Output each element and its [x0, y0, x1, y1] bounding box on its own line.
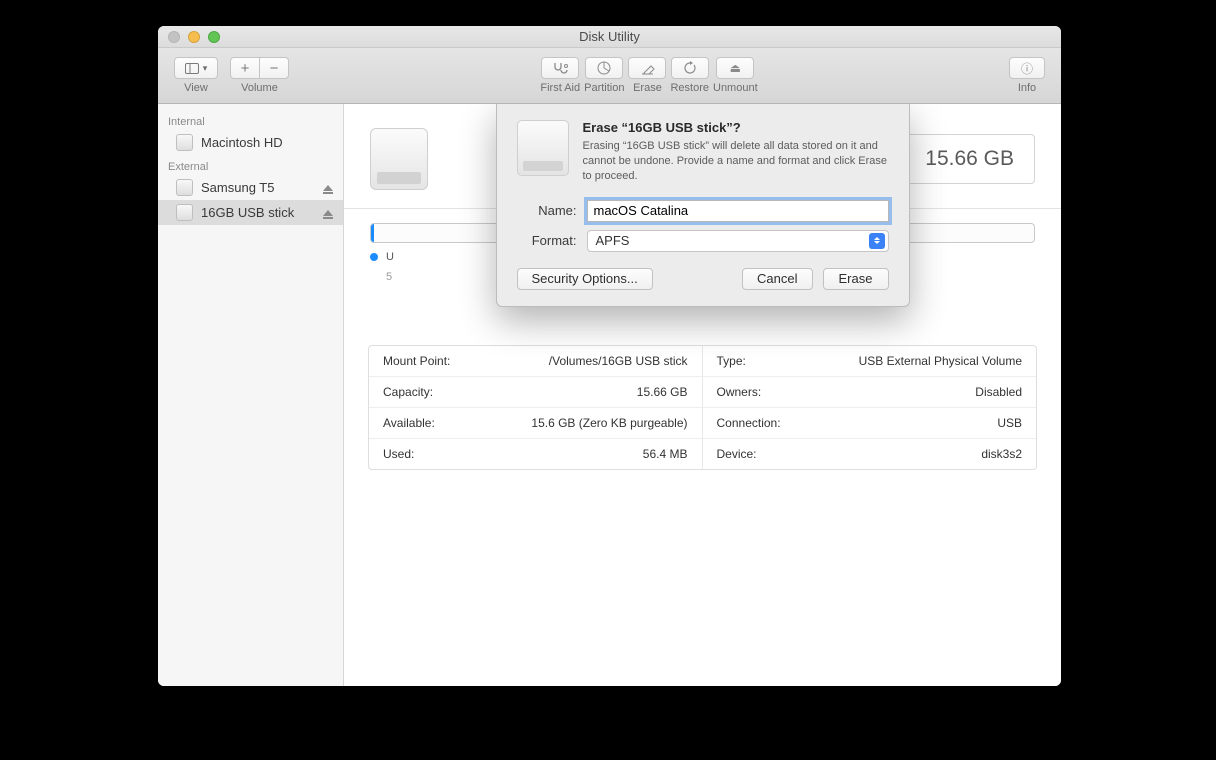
minus-icon: − — [270, 60, 279, 77]
minimize-button[interactable] — [188, 31, 200, 43]
usage-legend-size: 5 — [386, 271, 392, 283]
view-label: View — [184, 82, 208, 94]
toolbar-view-group: ▾ View — [174, 57, 218, 94]
sidebar-icon — [185, 63, 199, 74]
format-value: APFS — [596, 233, 630, 248]
info-row: Capacity:15.66 GB — [369, 377, 702, 408]
sheet-body: Erasing “16GB USB stick” will delete all… — [583, 139, 889, 184]
toolbar-info-group: ⓘ Info — [1009, 57, 1045, 94]
volume-label: Volume — [241, 82, 278, 94]
plus-icon: + — [241, 60, 250, 77]
erase-button[interactable] — [628, 57, 666, 79]
usage-fill — [371, 224, 374, 242]
restore-icon — [683, 61, 697, 75]
info-row: Connection:USB — [703, 408, 1037, 439]
select-arrows-icon — [869, 233, 885, 249]
drive-icon — [176, 179, 193, 196]
disk-utility-window: Disk Utility ▾ View + − Volume — [158, 26, 1061, 686]
drive-icon — [517, 120, 569, 176]
name-label: Name: — [517, 203, 577, 218]
remove-volume-button[interactable]: − — [259, 57, 289, 79]
toolbar-volume-group: + − Volume — [230, 57, 289, 94]
sidebar-internal-header: Internal — [158, 110, 343, 130]
volume-size: 15.66 GB — [904, 134, 1035, 184]
sidebar-item-macintosh-hd[interactable]: Macintosh HD — [158, 130, 343, 155]
sidebar-item-label: Samsung T5 — [201, 180, 274, 195]
sidebar-item-16gb-usb-stick[interactable]: 16GB USB stick — [158, 200, 343, 225]
drive-icon — [176, 204, 193, 221]
erase-confirm-button[interactable]: Erase — [823, 268, 889, 290]
erase-sheet: Erase “16GB USB stick”? Erasing “16GB US… — [496, 104, 910, 307]
info-row: Available:15.6 GB (Zero KB purgeable) — [369, 408, 702, 439]
cancel-button[interactable]: Cancel — [742, 268, 812, 290]
pie-icon — [597, 61, 611, 75]
usage-legend-dot — [370, 253, 378, 261]
eject-icon[interactable] — [323, 185, 333, 191]
toolbar: ▾ View + − Volume First Aid — [158, 48, 1061, 104]
format-label: Format: — [517, 233, 577, 248]
volume-icon — [370, 128, 428, 190]
partition-label: Partition — [584, 82, 624, 94]
info-row: Mount Point:/Volumes/16GB USB stick — [369, 346, 702, 377]
eject-icon[interactable] — [323, 210, 333, 216]
info-label: Info — [1018, 82, 1036, 94]
stethoscope-icon — [552, 61, 568, 75]
security-options-button[interactable]: Security Options... — [517, 268, 653, 290]
info-row: Owners:Disabled — [703, 377, 1037, 408]
info-icon: ⓘ — [1021, 60, 1033, 77]
unmount-button[interactable]: ⏏ — [716, 57, 754, 79]
window-title: Disk Utility — [158, 29, 1061, 44]
erase-label: Erase — [633, 82, 662, 94]
first-aid-button[interactable] — [541, 57, 579, 79]
eraser-icon — [640, 62, 655, 75]
restore-label: Restore — [670, 82, 709, 94]
traffic-lights — [158, 31, 220, 43]
drive-icon — [176, 134, 193, 151]
view-button[interactable]: ▾ — [174, 57, 218, 79]
format-select[interactable]: APFS — [587, 230, 889, 252]
content: Internal Macintosh HD External Samsung T… — [158, 104, 1061, 686]
name-input[interactable] — [587, 200, 889, 222]
info-row: Device:disk3s2 — [703, 439, 1037, 469]
info-row: Used:56.4 MB — [369, 439, 702, 469]
info-button[interactable]: ⓘ — [1009, 57, 1045, 79]
info-table: Mount Point:/Volumes/16GB USB stick Capa… — [368, 345, 1037, 470]
sidebar-item-label: 16GB USB stick — [201, 205, 294, 220]
partition-button[interactable] — [585, 57, 623, 79]
close-button[interactable] — [168, 31, 180, 43]
first-aid-label: First Aid — [540, 82, 580, 94]
chevron-down-icon: ▾ — [203, 63, 208, 74]
add-volume-button[interactable]: + — [230, 57, 260, 79]
sidebar-item-samsung-t5[interactable]: Samsung T5 — [158, 175, 343, 200]
zoom-button[interactable] — [208, 31, 220, 43]
unmount-label: Unmount — [713, 82, 758, 94]
titlebar: Disk Utility — [158, 26, 1061, 48]
eject-icon: ⏏ — [730, 61, 741, 75]
restore-button[interactable] — [671, 57, 709, 79]
info-row: Type:USB External Physical Volume — [703, 346, 1037, 377]
sidebar-item-label: Macintosh HD — [201, 135, 283, 150]
sidebar-external-header: External — [158, 155, 343, 175]
sheet-heading: Erase “16GB USB stick”? — [583, 120, 889, 135]
usage-legend-label: U — [386, 251, 394, 263]
sidebar: Internal Macintosh HD External Samsung T… — [158, 104, 344, 686]
detail-pane: d) 15.66 GB U 5 Mount Point:/Volumes/1 — [344, 104, 1061, 686]
